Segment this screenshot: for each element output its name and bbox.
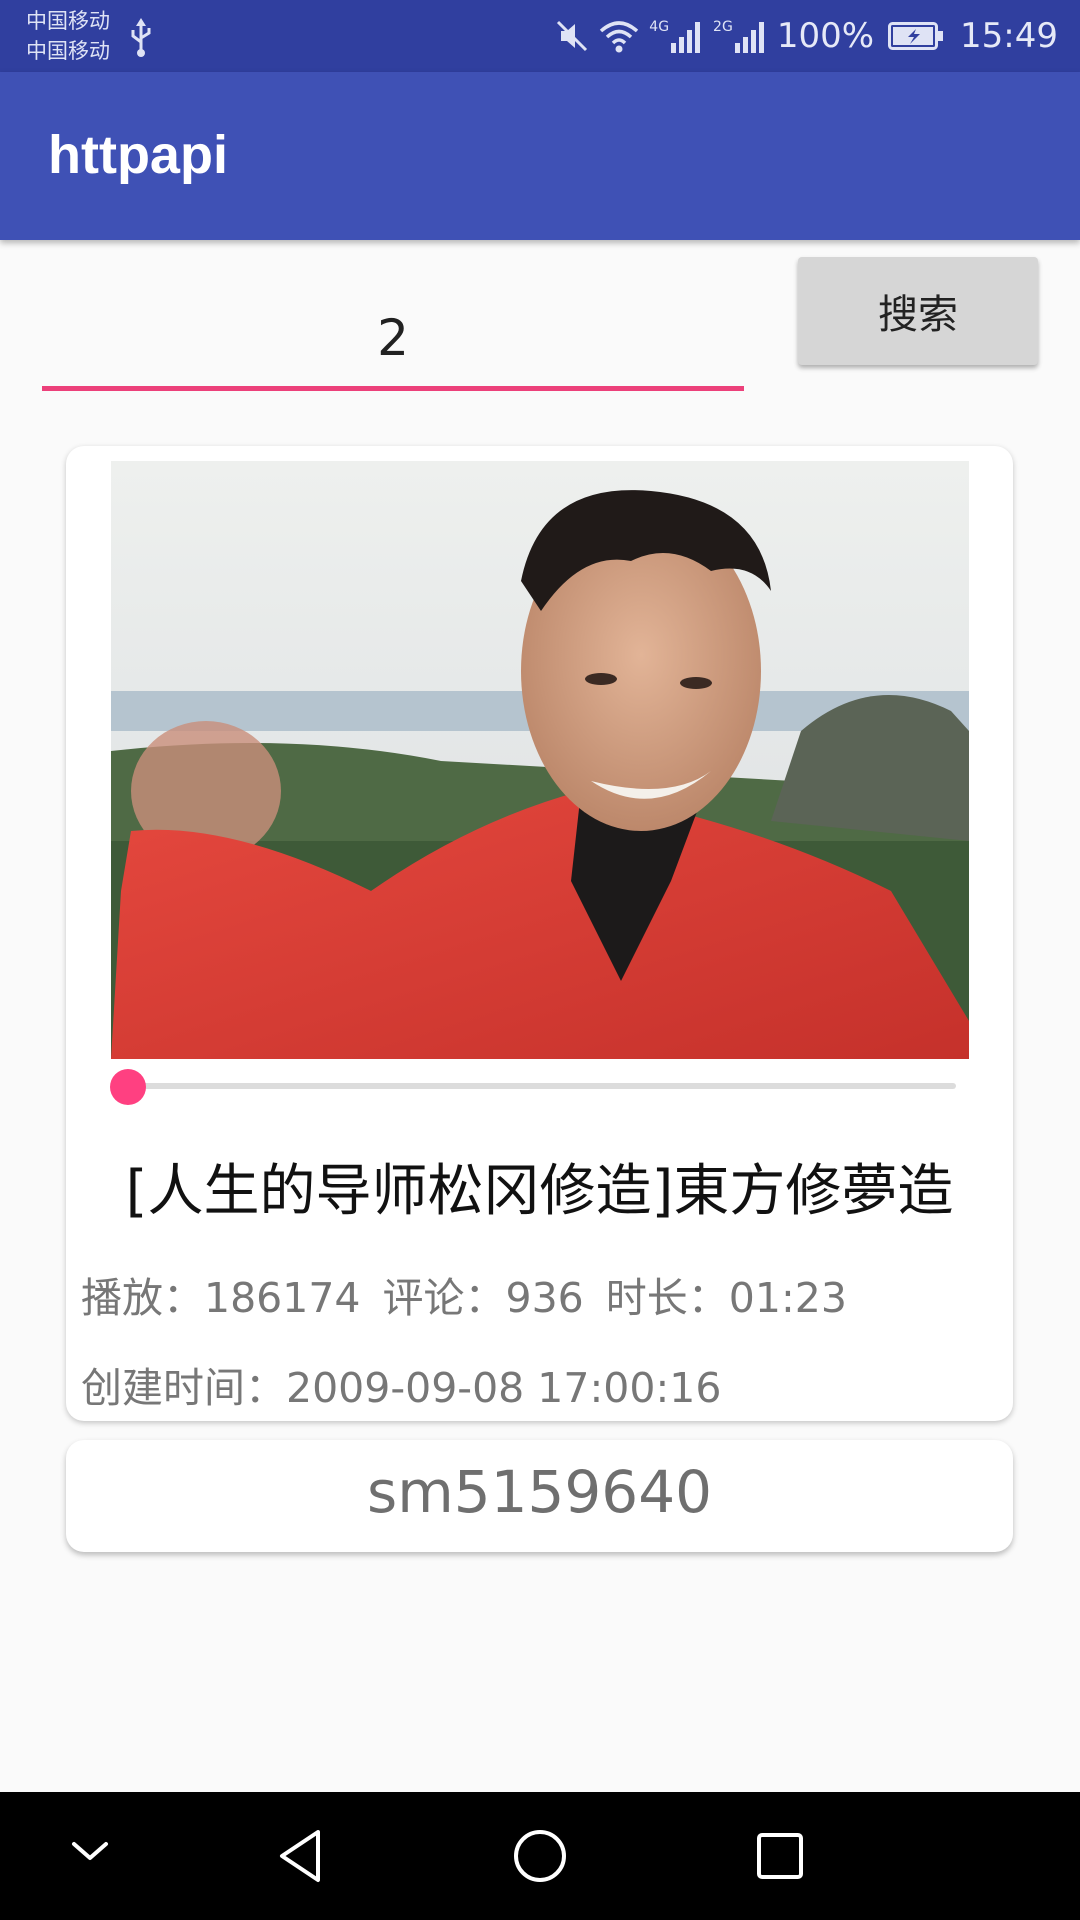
progress-thumb[interactable]	[110, 1069, 146, 1105]
mute-icon	[555, 19, 589, 53]
created-time: 创建时间：2009-09-08 17:00:16	[81, 1364, 722, 1412]
carrier-2-label: 中国移动	[26, 39, 110, 63]
clock: 15:49	[960, 16, 1058, 56]
signal-1-label: 4G	[649, 19, 670, 35]
search-input[interactable]	[42, 290, 744, 391]
signal-icon: 2G	[713, 19, 767, 53]
video-id-card[interactable]: sm5159640	[66, 1440, 1013, 1552]
home-icon[interactable]	[508, 1824, 572, 1892]
video-stats: 播放：186174 评论：936 时长：01:23	[81, 1264, 869, 1324]
usb-icon	[130, 18, 152, 62]
progress-bar[interactable]	[128, 1083, 956, 1089]
comment-count: 评论：936	[382, 1274, 584, 1322]
duration: 时长：01:23	[605, 1274, 847, 1322]
search-button[interactable]: 搜索	[798, 257, 1038, 365]
video-title: [人生的导师松冈修造]東方修夢造	[125, 1159, 954, 1224]
back-icon[interactable]	[270, 1824, 334, 1892]
recents-icon[interactable]	[748, 1824, 812, 1892]
status-icons: 4G 2G 100% 15:49	[555, 0, 1058, 72]
status-bar: 中国移动 中国移动 4G 2G 100% 15:49	[0, 0, 1080, 72]
battery-icon	[888, 22, 944, 50]
signal-2-label: 2G	[713, 19, 733, 35]
play-count: 播放：186174	[81, 1274, 361, 1322]
app-bar: httpapi	[0, 72, 1080, 240]
video-thumbnail[interactable]	[111, 461, 969, 1059]
video-id: sm5159640	[366, 1458, 713, 1526]
navigation-bar	[0, 1792, 1080, 1920]
battery-percent: 100%	[776, 16, 875, 56]
chevron-down-icon[interactable]	[62, 1824, 118, 1884]
carrier-labels: 中国移动 中国移动	[26, 6, 110, 66]
signal-icon: 4G	[649, 19, 703, 53]
app-title: httpapi	[48, 125, 228, 185]
wifi-icon	[599, 19, 639, 53]
carrier-1-label: 中国移动	[26, 9, 110, 33]
video-card[interactable]: [人生的导师松冈修造]東方修夢造 播放：186174 评论：936 时长：01:23…	[66, 446, 1013, 1421]
